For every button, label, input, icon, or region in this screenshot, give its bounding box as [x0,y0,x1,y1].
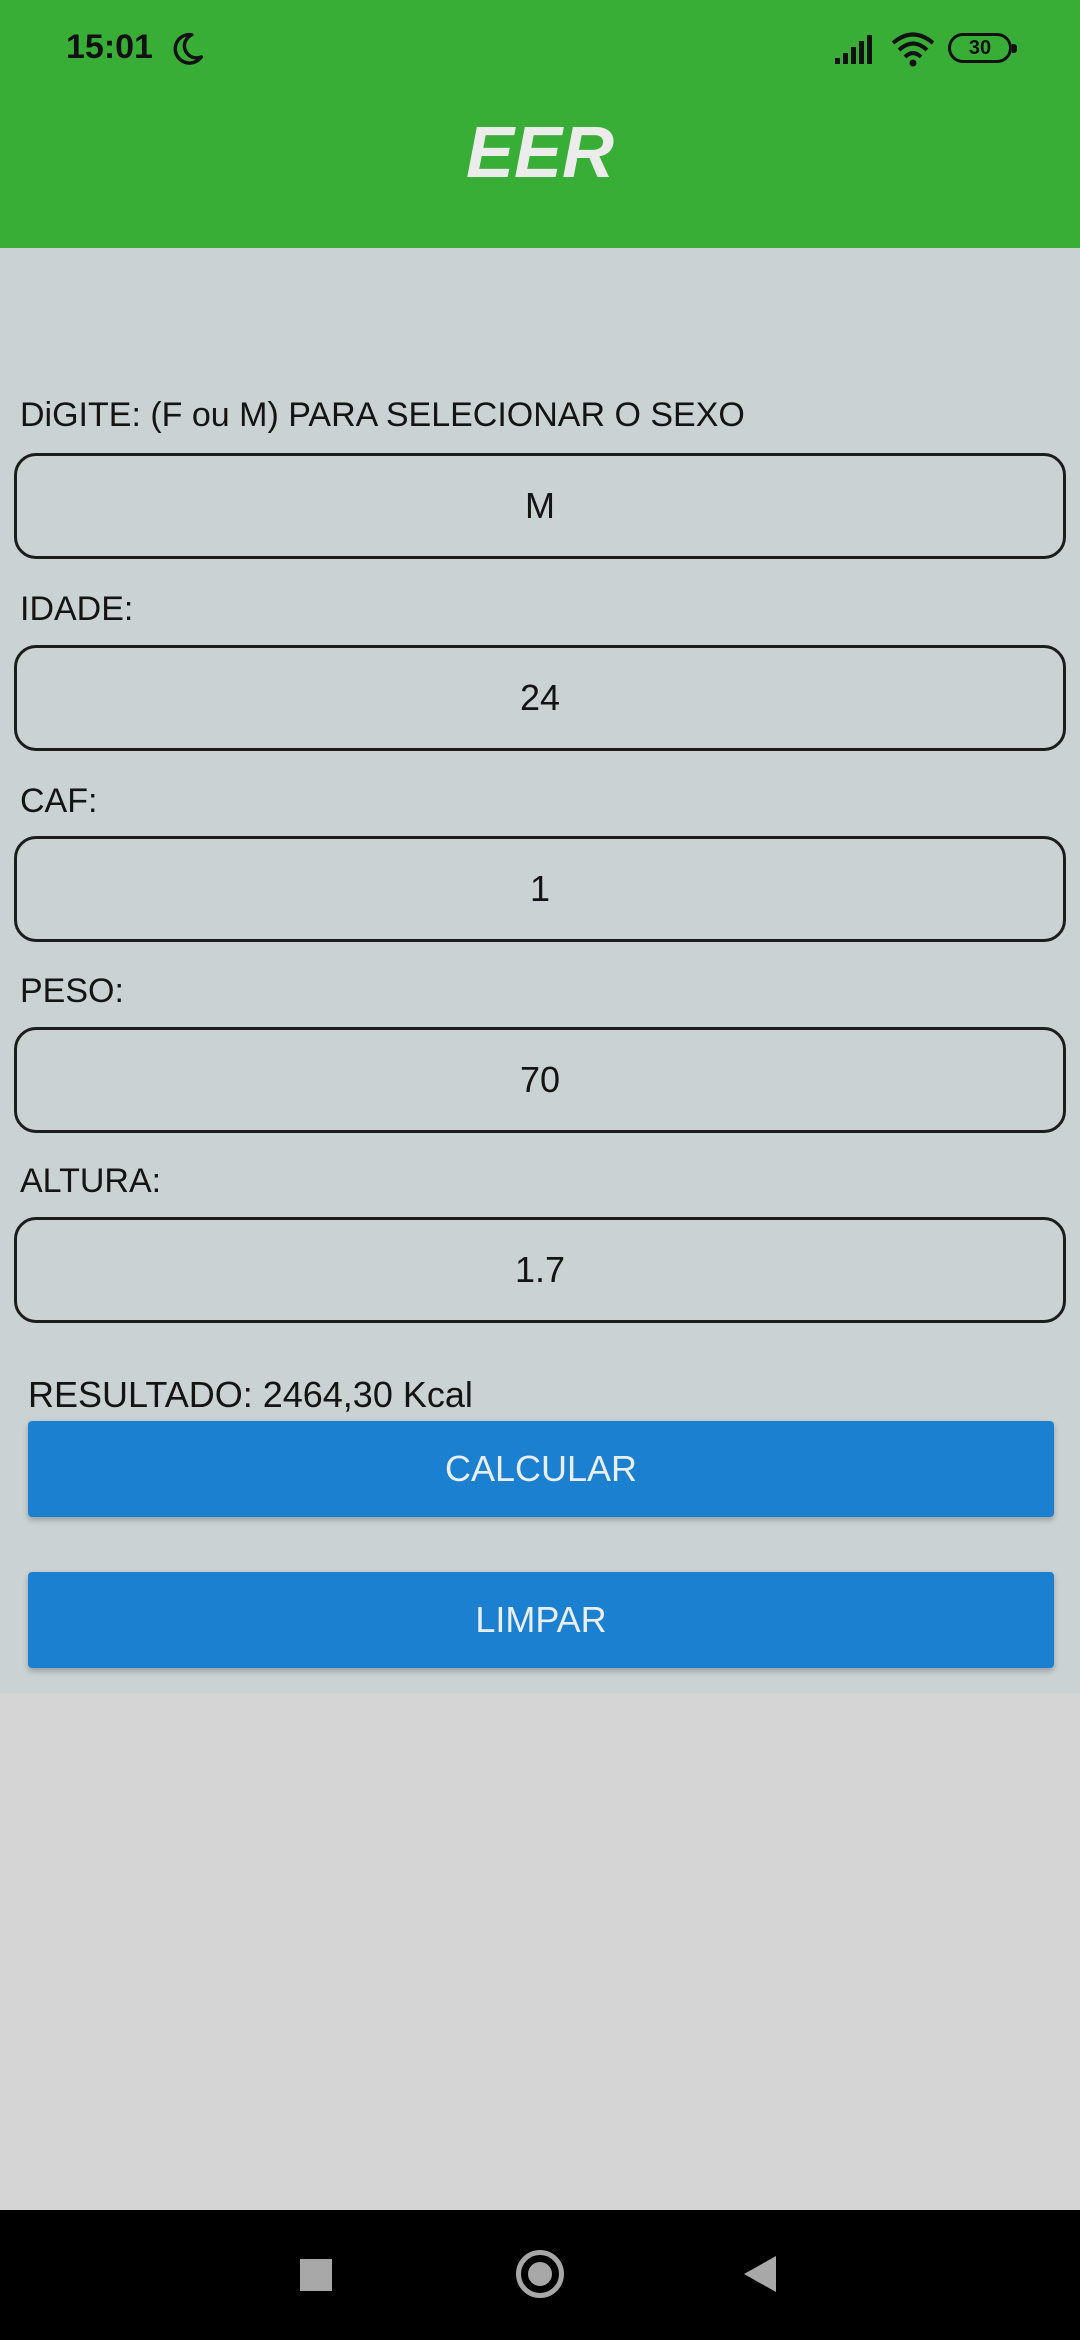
caf-label: CAF: [20,782,98,820]
home-icon[interactable] [516,2250,564,2298]
limpar-button[interactable]: LIMPAR [28,1572,1054,1668]
altura-input[interactable] [14,1217,1066,1323]
back-icon[interactable] [742,2254,778,2294]
idade-input[interactable] [14,645,1066,751]
caf-input[interactable] [14,836,1066,942]
sexo-input[interactable] [14,453,1066,559]
wifi-icon [891,32,935,67]
app-header: 15:01 30 EER [0,0,1080,248]
peso-input[interactable] [14,1027,1066,1133]
sexo-label: DiGITE: (F ou M) PARA SELECIONAR O SEXO [20,396,745,434]
status-time: 15:01 [66,28,153,66]
result-text: RESULTADO: 2464,30 Kcal [28,1374,473,1415]
battery-level: 30 [968,36,992,59]
recent-apps-icon[interactable] [300,2259,332,2291]
calcular-button[interactable]: CALCULAR [28,1421,1054,1517]
moon-icon [173,32,203,65]
peso-label: PESO: [20,972,124,1010]
idade-label: IDADE: [20,590,134,628]
battery-icon: 30 [948,33,1017,63]
altura-label: ALTURA: [20,1162,162,1200]
app-title: EER [465,113,615,193]
signal-icon [835,35,872,64]
